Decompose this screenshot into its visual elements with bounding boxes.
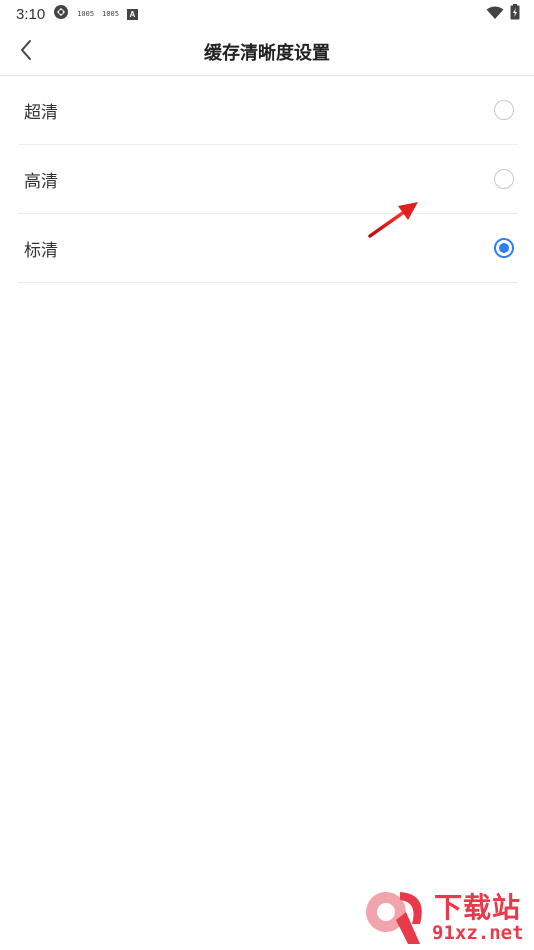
back-button[interactable] bbox=[8, 34, 44, 70]
wifi-icon bbox=[486, 5, 504, 24]
radio-button-hd[interactable] bbox=[494, 169, 514, 189]
option-label: 标清 bbox=[24, 240, 58, 261]
chevron-left-icon bbox=[19, 39, 33, 65]
option-sd[interactable]: 标清 bbox=[18, 214, 518, 283]
status-right bbox=[486, 4, 520, 24]
a-badge-icon: A bbox=[126, 8, 138, 20]
watermark: 下载站 91xz.net bbox=[362, 884, 534, 950]
option-label: 高清 bbox=[24, 171, 58, 192]
screen: 3:10 1005 1005 A 缓存清晰度设置 超清 高清 标清 下载站 91… bbox=[0, 0, 534, 950]
option-hd[interactable]: 高清 bbox=[18, 145, 518, 214]
status-time: 3:10 bbox=[16, 5, 46, 23]
status-left: 3:10 1005 1005 A bbox=[16, 4, 138, 24]
status-tiny-label-1: 1005 bbox=[77, 10, 95, 18]
resolution-options-list: 超清 高清 标清 bbox=[18, 76, 518, 283]
status-bar: 3:10 1005 1005 A bbox=[0, 0, 534, 28]
app-header: 缓存清晰度设置 bbox=[0, 28, 534, 76]
watermark-brand: 下载站 bbox=[434, 891, 522, 924]
status-tiny-label-2: 1005 bbox=[102, 10, 119, 18]
annotation-arrow-icon bbox=[364, 192, 426, 242]
option-label: 超清 bbox=[24, 102, 58, 123]
radio-button-ultra-hd[interactable] bbox=[494, 100, 514, 120]
watermark-url: 91xz.net bbox=[432, 922, 524, 944]
app-notification-icon bbox=[53, 4, 69, 24]
option-ultra-hd[interactable]: 超清 bbox=[18, 76, 518, 145]
page-title: 缓存清晰度设置 bbox=[204, 42, 330, 64]
battery-icon bbox=[510, 4, 520, 24]
radio-button-sd-selected[interactable] bbox=[494, 238, 514, 258]
